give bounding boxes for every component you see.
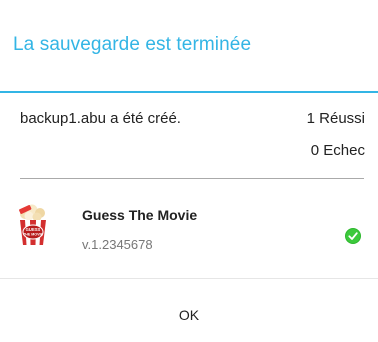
backup-summary-message: backup1.abu a été créé. — [20, 110, 181, 127]
dialog-title: La sauvegarde est terminée — [13, 34, 252, 55]
title-divider — [0, 91, 378, 93]
app-name: Guess The Movie — [82, 207, 198, 223]
check-circle-icon — [345, 228, 361, 244]
app-icon-text-top: GUESS — [26, 227, 41, 232]
app-icon-text-bottom: THE MOVIE — [23, 233, 43, 237]
app-version: v.1.2345678 — [82, 237, 153, 252]
ok-button[interactable]: OK — [0, 279, 378, 342]
popcorn-app-icon: GUESS THE MOVIE — [19, 204, 46, 245]
ok-button-label: OK — [178, 307, 200, 323]
app-list-item: GUESS THE MOVIE Guess The Movie v.1.2345… — [0, 196, 378, 266]
summary-divider — [20, 178, 364, 179]
success-count: 1 Réussi — [306, 110, 365, 127]
failure-count: 0 Echec — [310, 142, 365, 159]
backup-complete-dialog: La sauvegarde est terminée backup1.abu a… — [0, 0, 378, 342]
